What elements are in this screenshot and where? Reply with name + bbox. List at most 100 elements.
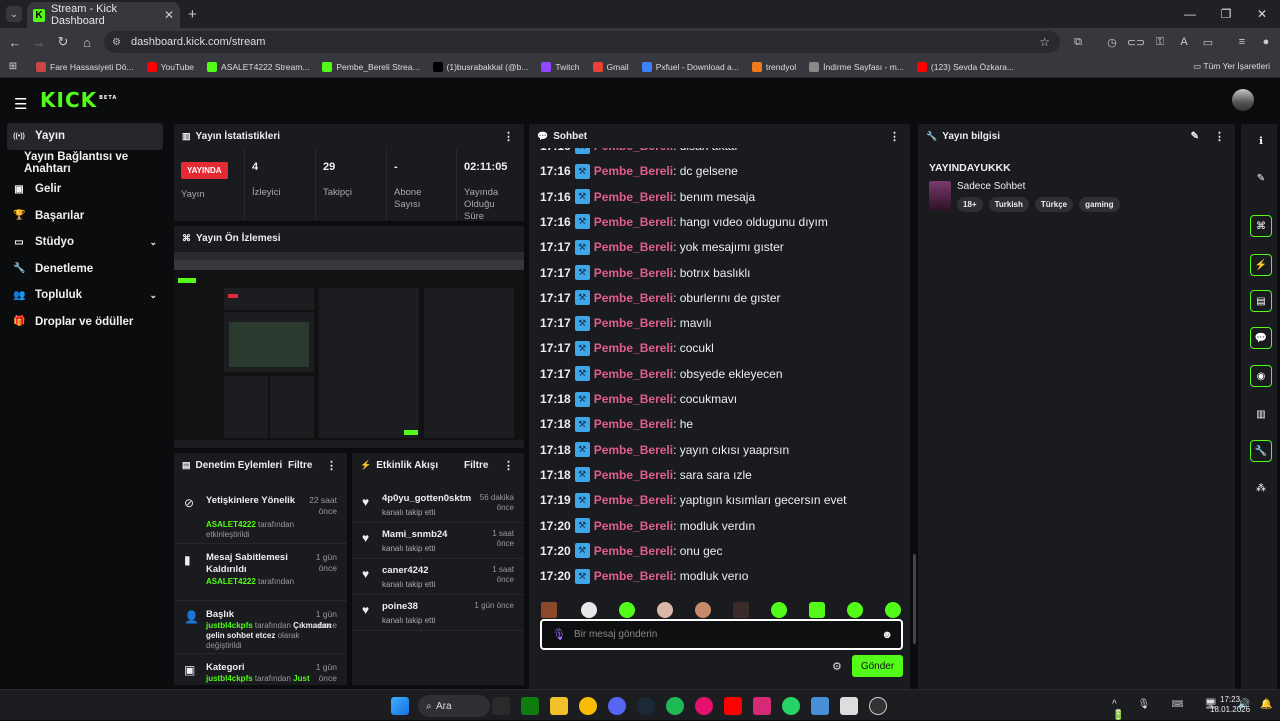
bookmark-item[interactable]: İndirme Sayfası - m... <box>809 61 904 72</box>
app-icon[interactable] <box>811 697 829 715</box>
message-username[interactable]: Pembe_Bereli <box>594 417 673 431</box>
sidebar-item[interactable]: 👥 Topluluk ⌄ <box>0 282 170 309</box>
hamburger-menu-icon[interactable]: ☰ <box>14 95 27 113</box>
sidebar-item[interactable]: 🏆 Başarılar <box>0 203 170 230</box>
chat-input[interactable]: 🎙 Bir mesaj gönderin ☻ <box>540 619 903 650</box>
message-username[interactable]: Pembe_Bereli <box>594 316 673 330</box>
info-icon[interactable]: ℹ <box>1250 130 1272 152</box>
filter-button[interactable]: Filtre <box>288 460 312 471</box>
microphone-icon[interactable]: 🎙 <box>552 628 566 641</box>
extensions-icon[interactable]: ⧉ <box>1066 31 1090 53</box>
wrench-toggle-icon[interactable]: 🔧 <box>1250 440 1272 462</box>
broadcast-toggle-icon[interactable]: ◉ <box>1250 365 1272 387</box>
message-username[interactable]: Pembe_Bereli <box>594 240 673 254</box>
message-username[interactable]: Pembe_Bereli <box>594 367 673 381</box>
emote-icon[interactable] <box>619 602 635 618</box>
message-username[interactable]: Pembe_Bereli <box>594 164 673 178</box>
emote-icon[interactable] <box>885 602 901 618</box>
restore-icon[interactable]: ❐ <box>1208 0 1244 28</box>
home-icon[interactable]: ⌂ <box>75 35 99 50</box>
message-username[interactable]: Pembe_Bereli <box>594 291 673 305</box>
tab-search-icon[interactable]: ⌄ <box>6 6 22 22</box>
bookmark-item[interactable]: YouTube <box>146 61 194 72</box>
bookmark-item[interactable]: Pembe_Bereli Strea... <box>322 61 420 72</box>
forward-icon[interactable]: → <box>27 35 51 50</box>
emote-icon[interactable] <box>809 602 825 618</box>
chat-scrollbar[interactable] <box>913 554 916 644</box>
emoji-icon[interactable]: ☻ <box>881 629 893 641</box>
sidebar-item[interactable]: 🔧 Denetleme <box>0 256 170 283</box>
follower-name[interactable]: 4p0yu_gotten0sktm <box>382 493 471 504</box>
follower-name[interactable]: Mami_snmb24 <box>382 529 447 540</box>
new-tab-icon[interactable]: + <box>188 6 197 23</box>
obs-icon[interactable] <box>869 697 887 715</box>
sidebar-item[interactable]: ▣ Gelir <box>0 176 170 203</box>
windows-start-icon[interactable] <box>391 697 409 715</box>
bookmark-item[interactable]: Pxfuel - Download a... <box>641 61 739 72</box>
message-username[interactable]: Pembe_Bereli <box>594 569 673 583</box>
sidebar-item[interactable]: Yayın Bağlantısı ve Anahtarı <box>0 150 170 177</box>
message-username[interactable]: Pembe_Bereli <box>594 148 673 153</box>
chevron-down-icon[interactable]: ⌄ <box>149 290 157 301</box>
activity-toggle-icon[interactable]: ⚡ <box>1250 254 1272 276</box>
message-username[interactable]: Pembe_Bereli <box>594 266 673 280</box>
discord-icon[interactable] <box>608 697 626 715</box>
key-icon[interactable]: ⚿ <box>1148 31 1172 53</box>
more-options-icon[interactable]: ⋮ <box>1214 130 1225 143</box>
emote-icon[interactable] <box>771 602 787 618</box>
message-username[interactable]: Pembe_Bereli <box>594 341 673 355</box>
emote-icon[interactable] <box>581 602 597 618</box>
chat-settings-icon[interactable]: ⚙ <box>832 660 842 673</box>
message-username[interactable]: Pembe_Bereli <box>594 392 673 406</box>
bookmark-item[interactable]: trendyol <box>751 61 796 72</box>
bookmark-item[interactable]: ASALET4222 Stream... <box>207 61 309 72</box>
youtube-icon[interactable] <box>724 697 742 715</box>
history-icon[interactable]: ◷ <box>1100 31 1124 53</box>
emote-icon[interactable] <box>733 602 749 618</box>
send-button[interactable]: Gönder <box>852 655 903 677</box>
cast-icon[interactable]: ▭ <box>1196 31 1220 53</box>
bookmark-star-icon[interactable]: ☆ <box>1039 35 1050 49</box>
translate-icon[interactable]: A <box>1172 31 1196 53</box>
message-username[interactable]: Pembe_Bereli <box>594 493 673 507</box>
emote-icon[interactable] <box>541 602 557 618</box>
message-username[interactable]: Pembe_Bereli <box>594 519 673 533</box>
file-explorer-icon[interactable] <box>550 697 568 715</box>
more-options-icon[interactable]: ⋮ <box>503 459 514 472</box>
message-username[interactable]: Pembe_Bereli <box>594 544 673 558</box>
profile-icon[interactable]: ● <box>1254 31 1278 53</box>
link-icon[interactable]: ⊂⊃ <box>1124 31 1148 53</box>
xbox-icon[interactable] <box>521 697 539 715</box>
spotify-icon[interactable] <box>666 697 684 715</box>
chrome-icon[interactable] <box>579 697 597 715</box>
follower-name[interactable]: caner4242 <box>382 565 428 576</box>
sidebar-item[interactable]: 🎁 Droplar ve ödüller <box>0 309 170 336</box>
bookmark-item[interactable]: Twitch <box>541 61 580 72</box>
message-username[interactable]: Pembe_Bereli <box>594 443 673 457</box>
bookmark-item[interactable]: (123) Sevda Özkara... <box>916 61 1014 72</box>
sidebar-item[interactable]: ((•)) Yayın <box>7 123 163 150</box>
minimize-icon[interactable]: — <box>1172 0 1208 28</box>
system-tray[interactable]: ^ 🎙 ⌨ 🖥 🔊 🔋 <box>1112 699 1280 721</box>
media-player-icon[interactable] <box>695 697 713 715</box>
message-username[interactable]: Pembe_Bereli <box>594 468 673 482</box>
preview-video[interactable] <box>174 252 524 448</box>
message-username[interactable]: Pembe_Bereli <box>594 215 673 229</box>
bookmark-item[interactable]: Fare Hassasiyeti Dö... <box>36 61 134 72</box>
pencil-icon[interactable]: ✎ <box>1250 167 1272 189</box>
preview-toggle-icon[interactable]: ⌘ <box>1250 215 1272 237</box>
stats-toggle-icon[interactable]: ▥ <box>1250 403 1272 425</box>
reload-icon[interactable]: ↻ <box>51 34 75 50</box>
more-options-icon[interactable]: ⋮ <box>503 130 514 143</box>
emote-icon[interactable] <box>657 602 673 618</box>
bookmark-item[interactable]: Gmail <box>592 61 629 72</box>
chat-toggle-icon[interactable]: 💬 <box>1250 327 1272 349</box>
sidebar-item[interactable]: ▭ Stüdyo ⌄ <box>0 229 170 256</box>
tag-badge[interactable]: gaming <box>1079 197 1120 212</box>
notification-icon[interactable]: 🔔 <box>1260 699 1272 710</box>
apps-grid-icon[interactable]: ⊞ <box>0 61 26 72</box>
all-bookmarks-link[interactable]: ▭ Tüm Yer İşaretleri <box>1193 61 1270 72</box>
kick-logo[interactable]: KICK BETA <box>40 88 117 112</box>
epic-games-icon[interactable] <box>492 697 510 715</box>
app-icon[interactable] <box>840 697 858 715</box>
